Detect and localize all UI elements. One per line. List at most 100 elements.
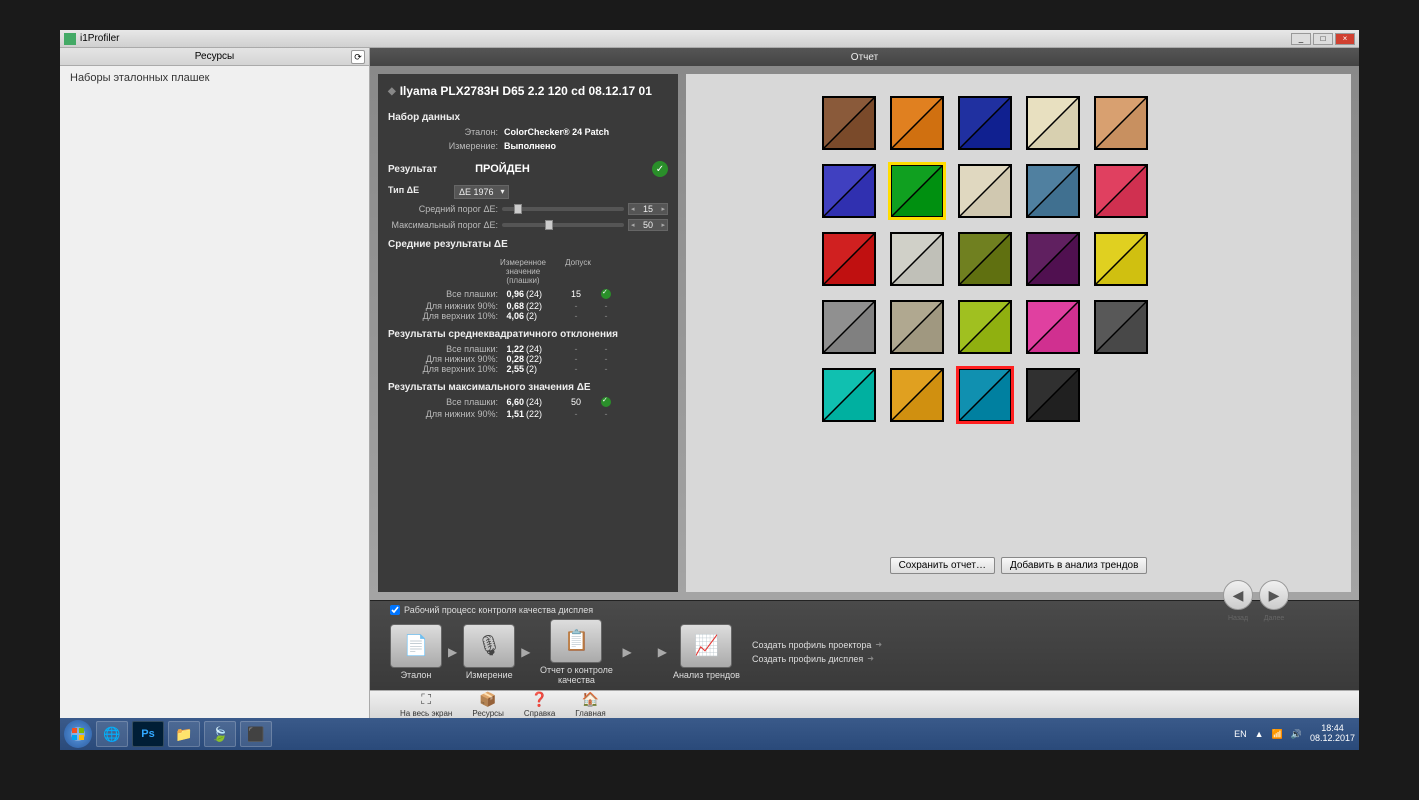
result-row: Все плашки:0,96(24)15 [388,289,668,301]
color-patch[interactable] [822,368,876,422]
color-patch[interactable] [890,368,944,422]
color-patch[interactable] [822,232,876,286]
tray-network-icon[interactable]: 📶 [1272,729,1283,740]
result-row: Все плашки:6,60(24)50 [388,397,668,409]
tray-volume-icon[interactable]: 🔊 [1291,729,1302,740]
workflow-step[interactable]: 🎙Измерение [463,624,515,680]
etalon-label: Эталон: [388,127,498,137]
chevron-right-icon: ▶ [622,645,631,659]
taskbar-i1profiler-icon[interactable]: ⬛ [240,721,272,747]
pass-icon: ✓ [652,161,668,177]
window-title: i1Profiler [80,33,119,44]
taskbar-chrome-icon[interactable]: 🌐 [96,721,128,747]
workflow-checkbox[interactable]: Рабочий процесс контроля качества диспле… [390,605,593,615]
toolbar-label: Справка [524,709,555,718]
toolbar-item[interactable]: 🏠Главная [575,691,605,718]
workflow-step-icon: 📄 [390,624,442,668]
pass-icon [601,397,611,407]
window-close-button[interactable]: × [1335,33,1355,45]
workflow-link[interactable]: Создать профиль дисплея [752,654,882,664]
color-patch[interactable] [890,232,944,286]
max-results-header: Результаты максимального значения ΔE [388,382,668,393]
main-header-label: Отчет [851,52,878,63]
std-results-header: Результаты среднеквадратичного отклонени… [388,329,668,340]
color-patch[interactable] [1094,300,1148,354]
nav-back-label: Назад [1228,615,1248,622]
sidebar-header-label: Ресурсы [195,51,234,62]
color-patch[interactable] [890,300,944,354]
measure-label: Измерение: [388,141,498,151]
color-patch[interactable] [1026,232,1080,286]
workflow-checkbox-label: Рабочий процесс контроля качества диспле… [404,605,593,615]
workflow-step[interactable]: 📋Отчет о контроле качества [536,619,616,685]
color-patch[interactable] [958,300,1012,354]
color-patch[interactable] [822,164,876,218]
workflow-step-label: Измерение [466,670,513,680]
patch-grid [698,86,1339,422]
avg-threshold-spinner[interactable]: ◂15▸ [628,203,668,215]
save-report-button[interactable]: Сохранить отчет… [890,557,995,574]
max-threshold-slider[interactable] [502,223,624,227]
nav-next-button[interactable]: ▶Далее [1259,580,1289,610]
col-tolerance: Допуск [548,258,608,285]
result-label: Результат [388,164,437,175]
color-patch[interactable] [890,164,944,218]
tray-clock[interactable]: 18:44 08.12.2017 [1310,724,1355,744]
pass-icon [601,289,611,299]
workflow-step-label: Отчет о контроле качества [536,665,616,685]
sidebar-item-patch-sets[interactable]: Наборы эталонных плашек [70,72,359,84]
window-minimize-button[interactable]: _ [1291,33,1311,45]
color-patch[interactable] [822,300,876,354]
result-row: Для нижних 90%:1,51(22)-- [388,409,668,419]
max-threshold-label: Максимальный порог ΔE: [388,220,498,230]
start-button[interactable] [64,720,92,748]
window-titlebar: i1Profiler _ □ × [60,30,1359,48]
app-icon [64,33,76,45]
max-threshold-spinner[interactable]: ◂50▸ [628,219,668,231]
color-patch[interactable] [1094,96,1148,150]
taskbar-app-icon[interactable]: 🍃 [204,721,236,747]
color-patch[interactable] [958,96,1012,150]
workflow-link[interactable]: Создать профиль проектора [752,640,882,650]
profile-title: Ilyama PLX2783H D65 2.2 120 cd 08.12.17 … [388,84,668,98]
refresh-icon[interactable]: ⟳ [351,50,365,64]
avg-threshold-label: Средний порог ΔE: [388,204,498,214]
dataset-header: Набор данных [388,112,668,123]
toolbar-label: Ресурсы [472,709,504,718]
taskbar-explorer-icon[interactable]: 📁 [168,721,200,747]
nav-back-button[interactable]: ◀Назад [1223,580,1253,610]
color-patch[interactable] [958,368,1012,422]
color-patch[interactable] [958,232,1012,286]
workflow-bar: Рабочий процесс контроля качества диспле… [370,600,1359,690]
color-patch[interactable] [1094,164,1148,218]
add-trend-button[interactable]: Добавить в анализ трендов [1001,557,1147,574]
avg-results-header: Средние результаты ΔE [388,239,668,250]
de-type-select[interactable]: ΔE 1976 [454,185,509,199]
color-patch[interactable] [1026,368,1080,422]
color-patch[interactable] [1026,96,1080,150]
color-patch[interactable] [1094,232,1148,286]
color-patch[interactable] [1026,164,1080,218]
result-row: Для нижних 90%:0,68(22)-- [388,301,668,311]
workflow-step[interactable]: 📄Эталон [390,624,442,680]
toolbar-item[interactable]: ❓Справка [524,691,555,718]
workflow-checkbox-input[interactable] [390,605,400,615]
toolbar-item[interactable]: ⛶На весь экран [400,691,452,718]
workflow-step-icon: 📋 [550,619,602,663]
main-header: Отчет [370,48,1359,66]
taskbar-photoshop-icon[interactable]: Ps [132,721,164,747]
color-patch[interactable] [890,96,944,150]
toolbar-icon: 🏠 [582,691,599,708]
color-patch[interactable] [1026,300,1080,354]
color-patch[interactable] [958,164,1012,218]
result-value: ПРОЙДЕН [475,163,530,175]
result-row: Для верхних 10%:2,55(2)-- [388,364,668,374]
window-maximize-button[interactable]: □ [1313,33,1333,45]
toolbar-item[interactable]: 📦Ресурсы [472,691,504,718]
workflow-step[interactable]: 📈Анализ трендов [673,624,740,680]
tray-lang[interactable]: EN [1234,729,1247,739]
color-patch[interactable] [822,96,876,150]
avg-threshold-slider[interactable] [502,207,624,211]
bottom-toolbar: ⛶На весь экран 📦Ресурсы ❓Справка 🏠Главная [370,690,1359,718]
tray-flag-icon[interactable]: ▲ [1255,729,1264,739]
